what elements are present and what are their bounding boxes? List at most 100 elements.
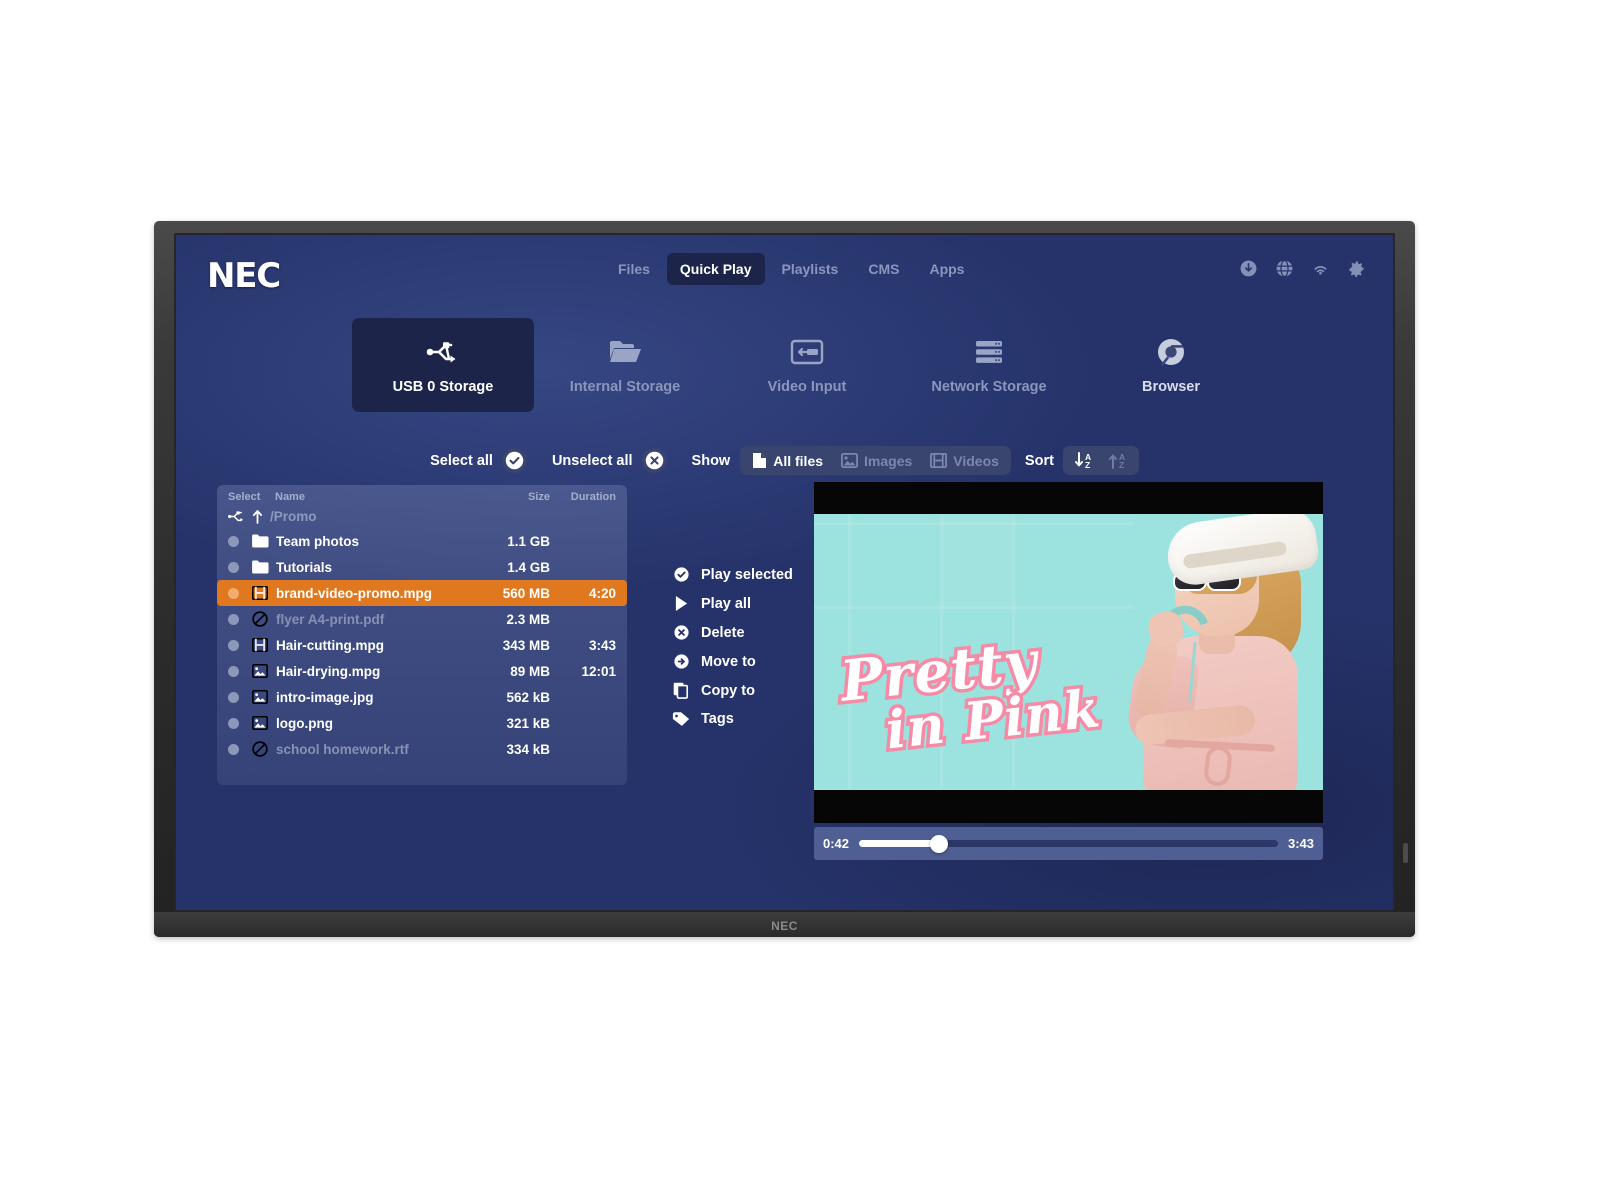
file-size: 1.1 GB — [507, 533, 550, 549]
storage-tab-video-input[interactable]: Video Input — [716, 318, 898, 412]
globe-icon[interactable] — [1275, 259, 1294, 278]
file-row[interactable]: Tutorials 1.4 GB — [217, 554, 627, 580]
row-select-toggle[interactable] — [228, 743, 239, 755]
select-all-label[interactable]: Select all — [430, 453, 493, 469]
sort-ascending-az[interactable]: AZ — [1101, 451, 1135, 470]
file-name: Tutorials — [276, 559, 333, 575]
file-row[interactable]: flyer A4-print.pdf 2.3 MB — [217, 606, 627, 632]
storage-tab-label: USB 0 Storage — [392, 378, 494, 395]
unselect-all-label[interactable]: Unselect all — [552, 453, 633, 469]
unselect-all-button[interactable] — [641, 448, 667, 473]
play-icon — [672, 595, 690, 612]
column-header-select: Select — [228, 491, 261, 503]
file-duration: 4:20 — [588, 585, 616, 601]
column-header-duration: Duration — [570, 491, 616, 503]
folder-icon — [252, 534, 271, 548]
file-row[interactable]: brand-video-promo.mpg 560 MB 4:20 — [217, 580, 627, 606]
nec-foot-logo: NEC — [771, 919, 798, 933]
file-row[interactable]: Hair-drying.mpg 89 MB 12:01 — [217, 658, 627, 684]
x-circle-icon — [672, 624, 690, 641]
nav-cms[interactable]: CMS — [855, 253, 912, 285]
filter-label: All files — [773, 452, 824, 469]
file-row[interactable]: school homework.rtf 334 kB — [217, 736, 627, 762]
row-select-toggle[interactable] — [228, 587, 239, 599]
image-icon — [841, 453, 859, 468]
row-select-toggle[interactable] — [228, 639, 239, 651]
file-list-panel: Select Name Size Duration /Promo Team ph… — [217, 485, 627, 785]
film-icon — [252, 638, 271, 652]
filter-images[interactable]: Images — [832, 449, 921, 472]
nec-display-monitor: NEC Files Quick Play Playlists CMS Apps — [154, 221, 1415, 937]
server-icon — [973, 336, 1005, 368]
file-name: Hair-cutting.mpg — [276, 637, 384, 653]
video-player[interactable]: Pretty in Pink — [814, 482, 1323, 823]
progress-thumb[interactable] — [929, 834, 948, 853]
gear-icon[interactable] — [1347, 259, 1366, 278]
action-menu: Play selected Play all Delete Move to Co… — [672, 566, 793, 727]
wifi-icon[interactable] — [1311, 259, 1330, 278]
blocked-icon — [252, 741, 271, 757]
app-header: NEC Files Quick Play Playlists CMS Apps — [176, 235, 1393, 305]
storage-tab-usb-0[interactable]: USB 0 Storage — [352, 318, 534, 412]
action-play-all[interactable]: Play all — [672, 595, 793, 612]
file-row[interactable]: Team photos 1.1 GB — [217, 528, 627, 554]
row-select-toggle[interactable] — [228, 691, 239, 703]
display-screen: NEC Files Quick Play Playlists CMS Apps — [176, 235, 1393, 910]
check-circle-icon — [505, 451, 524, 470]
row-select-toggle[interactable] — [228, 561, 239, 573]
nec-logo: NEC — [207, 256, 281, 296]
chrome-icon — [1156, 336, 1186, 368]
filter-videos[interactable]: Videos — [921, 449, 1008, 472]
file-name: brand-video-promo.mpg — [276, 585, 432, 601]
sort-button-group: AZ AZ — [1062, 446, 1139, 475]
nav-files[interactable]: Files — [605, 253, 663, 285]
video-overlay-text: Pretty in Pink — [819, 622, 1112, 790]
document-icon — [753, 453, 767, 468]
filter-all-files[interactable]: All files — [743, 449, 832, 472]
file-row[interactable]: Hair-cutting.mpg 343 MB 3:43 — [217, 632, 627, 658]
row-select-toggle[interactable] — [228, 613, 239, 625]
file-name: Hair-drying.mpg — [276, 663, 381, 679]
action-move-to[interactable]: Move to — [672, 653, 793, 670]
monitor-stand-bar: NEC — [154, 912, 1415, 937]
file-list-header: Select Name Size Duration — [217, 485, 627, 505]
action-play-selected[interactable]: Play selected — [672, 566, 793, 583]
status-icons — [1239, 259, 1366, 278]
select-all-button[interactable] — [501, 448, 527, 473]
file-name: school homework.rtf — [276, 741, 409, 757]
action-tags[interactable]: Tags — [672, 711, 793, 727]
storage-tab-browser[interactable]: Browser — [1080, 318, 1262, 412]
image-icon — [252, 664, 271, 678]
nav-apps[interactable]: Apps — [916, 253, 977, 285]
file-toolbar: Select all Unselect all Show All files I… — [176, 446, 1393, 475]
progress-track[interactable] — [859, 834, 1278, 853]
file-duration: 3:43 — [588, 637, 616, 653]
row-select-toggle[interactable] — [228, 535, 239, 547]
download-icon[interactable] — [1239, 259, 1258, 278]
arrow-circle-icon — [672, 653, 690, 670]
nav-playlists[interactable]: Playlists — [769, 253, 852, 285]
sort-descending-az[interactable]: AZ — [1067, 451, 1101, 470]
action-delete[interactable]: Delete — [672, 624, 793, 641]
nav-quick-play[interactable]: Quick Play — [666, 253, 765, 285]
row-select-toggle[interactable] — [228, 717, 239, 729]
file-row[interactable]: logo.png 321 kB — [217, 710, 627, 736]
filter-label: Videos — [953, 452, 999, 469]
storage-tab-network[interactable]: Network Storage — [898, 318, 1080, 412]
file-type-filter-group: All files Images Videos — [740, 446, 1011, 475]
playback-progress-bar[interactable]: 0:42 3:43 — [814, 827, 1323, 860]
storage-tab-internal[interactable]: Internal Storage — [534, 318, 716, 412]
copy-icon — [672, 682, 690, 699]
folder-icon — [252, 560, 271, 574]
action-copy-to[interactable]: Copy to — [672, 682, 793, 699]
file-row[interactable]: intro-image.jpg 562 kB — [217, 684, 627, 710]
file-name: intro-image.jpg — [276, 689, 374, 705]
total-time-label: 3:43 — [1287, 836, 1314, 851]
storage-tab-label: Internal Storage — [569, 378, 681, 395]
row-select-toggle[interactable] — [228, 665, 239, 677]
video-input-icon — [790, 336, 824, 368]
up-level-icon[interactable] — [252, 509, 263, 524]
filter-label: Images — [864, 452, 913, 469]
breadcrumb-path-row[interactable]: /Promo — [217, 505, 627, 528]
folder-icon — [608, 336, 642, 368]
